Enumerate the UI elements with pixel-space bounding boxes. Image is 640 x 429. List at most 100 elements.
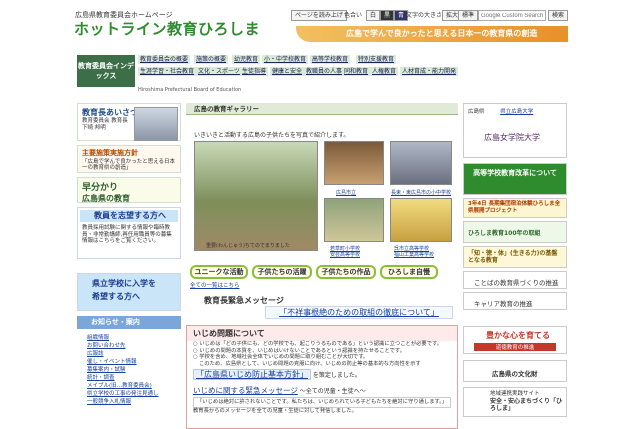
gallery-caption[interactable]: 広島市立 <box>336 189 356 196</box>
chitoku-card[interactable]: 「知・徳・体」(生きる力)の基盤となる教育 <box>463 246 567 268</box>
gallery-main-photo[interactable] <box>194 141 318 251</box>
search-input[interactable] <box>478 10 546 21</box>
teacher-card[interactable]: 教員を志望する方へ 教員採用試験に関する情報や臨時教員・非常勤講師,再任用職員等… <box>77 207 181 259</box>
standard-button[interactable]: 標準 <box>458 10 479 21</box>
info-link[interactable]: 組織情報 <box>87 333 109 341</box>
info-link[interactable]: 県立学校の工事の発注見通し <box>87 389 159 397</box>
nav-item[interactable]: 教職員の人事 <box>304 67 345 76</box>
nav-item[interactable]: 幼児教育 <box>232 55 261 64</box>
urgent-message-line: 教育長からのメッセージを全ての児童・生徒に対して発信しました。 <box>193 407 357 414</box>
gallery-photo[interactable] <box>390 141 452 185</box>
safety-card[interactable]: 地域連携実践サイト 安全・安心まちづくり「ひろしま」 <box>463 387 567 417</box>
tag-pride-button[interactable]: ひろしま自慢 <box>380 265 438 279</box>
speech-link[interactable]: 「不祥事根絶のための取組の徹底について」 <box>265 306 453 319</box>
school-title-2: 希望する方へ <box>92 292 140 301</box>
chitoku-label: 「知・徳・体」(生きる力)の基盤となる教育 <box>468 250 558 264</box>
project-label: 3年4日 長期集団宿泊体験ひろしま全県展開プロジェクト <box>468 201 561 214</box>
info-link[interactable]: 募集案内・試験 <box>87 365 126 373</box>
gallery-caption[interactable]: 長束・東広島市の小中学校 <box>391 189 451 196</box>
career-card[interactable]: キャリア教育の推進 <box>463 292 567 310</box>
color-white-button[interactable]: 白 <box>366 10 381 21</box>
bullying-header: いじめ問題について <box>187 326 457 341</box>
school-entry-card[interactable]: 県立学校に入学を 希望する方へ <box>77 273 181 311</box>
nav-item[interactable]: 生涯学習・社会教育 <box>138 67 197 76</box>
gallery-caption[interactable]: 福山工業高等学校 <box>394 251 434 258</box>
greeting-card[interactable]: 教育長あいさつ 教育委員会 教育長 下崎 邦明 <box>77 103 181 141</box>
nav-links: 教育委員会の概要 施策の概要 幼児教育 小・中学校教育 高等学校教育 特別支援教… <box>138 55 566 85</box>
info-link[interactable]: 統計・調査 <box>87 373 115 381</box>
urgent-message-tail: ～全ての児童・生徒へ～ <box>299 388 366 395</box>
nav-item[interactable]: 同和教育 <box>342 67 371 76</box>
nav-item[interactable]: 施策の概要 <box>194 55 229 64</box>
nav-item[interactable]: 特別支援教育 <box>356 55 397 64</box>
info-link[interactable]: 催し・イベント情報 <box>87 357 137 365</box>
speech-header: 教育長緊急メッセージ <box>204 296 284 305</box>
info-header: お知らせ・案内 <box>77 316 181 329</box>
education100-card[interactable]: ひろしま教育100年の取組 <box>463 221 567 243</box>
reform-card[interactable]: ことばの教育県づくりの推進 <box>463 271 567 289</box>
policy-text: 「広島で学んで良かったと思える日本一の教育県の創造」 <box>82 159 176 171</box>
university-link[interactable]: 県立広島大学 <box>500 109 533 115</box>
urgent-message-line: 「いじめは絶対に許されないことです。私たちは、いじめられている子どもたちを絶対に… <box>193 397 451 408</box>
culture-card[interactable]: 広島県の文化財 <box>463 360 567 382</box>
safety-line-2: 安全・安心まちづくり「ひろしま」 <box>490 398 563 412</box>
reform-link: ことばの教育県づくりの推進 <box>474 279 559 287</box>
nav-item[interactable]: 教育委員会の概要 <box>138 55 191 64</box>
project-card[interactable]: 3年4日 長期集団宿泊体験ひろしま全県展開プロジェクト <box>463 198 567 218</box>
nav-index-box: 教育委員会インデックス <box>77 55 135 87</box>
kokoro-title: 豊かな心を育てる <box>486 331 550 340</box>
gallery-photo[interactable] <box>390 198 452 242</box>
gallery-photo[interactable] <box>324 141 384 185</box>
university-card[interactable]: 広島県 県立広島大学 広島女学院大学 <box>463 103 567 158</box>
nav-item[interactable]: 文化・スポーツ <box>196 67 242 76</box>
urgent-message-link[interactable]: いじめに関する緊急メッセージ <box>193 386 298 395</box>
hayawakari-subtitle: 広島県の教育 <box>82 194 130 203</box>
bullying-section: いじめ問題について ○ いじめは「どの子供にも、どの学校でも、起こりうるものであ… <box>186 325 458 429</box>
nav-item[interactable]: 生徒指導 <box>240 67 269 76</box>
info-link[interactable]: 広報誌 <box>87 349 104 357</box>
tag-works-button[interactable]: 子供たちの作品 <box>316 265 376 279</box>
university-label: 広島県 <box>468 109 485 115</box>
gallery-header: 広島の教育ギャラリー <box>186 103 458 115</box>
university-name[interactable]: 広島女学院大学 <box>464 118 566 143</box>
tag-activity-button[interactable]: 子供たちの活躍 <box>252 265 312 279</box>
bullying-line: このため、広島県として、いじめ問題の克服に向け、いじめの防止等の基本的な方向性を… <box>199 360 421 367</box>
teacher-text: 教員採用試験に関する情報や臨時教員・非常勤講師,再任用職員等の募集情報はこちらを… <box>82 225 172 244</box>
high-school-reform-card[interactable]: 高等学校教育改革について <box>463 163 567 195</box>
site-title[interactable]: ホットライン教育ひろしま <box>74 18 260 39</box>
nav-item[interactable]: 健康と安全 <box>270 67 305 76</box>
gallery-caption[interactable]: 安芸高等学校 <box>330 251 360 258</box>
teacher-title: 教員を志望する方へ <box>80 210 178 222</box>
high-school-reform-label: 高等学校教育改革について <box>473 169 557 177</box>
banner: 広島で学んで良かったと思える日本一の教育県の創造 <box>296 26 568 42</box>
bullying-policy-link[interactable]: 「広島県いじめ防止基本方針」 <box>193 369 311 380</box>
gallery-photo[interactable] <box>324 198 384 242</box>
gallery-intro: いきいきと活動する広島の子供たちを写真で紹介します。 <box>194 132 350 139</box>
nav-item[interactable]: 人材育成・能力開発 <box>400 67 459 76</box>
career-link: キャリア教育の推進 <box>474 300 533 308</box>
nav-item[interactable]: 高等学校教育 <box>310 55 351 64</box>
gallery-list-link[interactable]: 全ての一覧はこちら <box>190 281 240 289</box>
hayawakari-card[interactable]: 早分かり 広島県の教育 <box>77 177 181 203</box>
font-size-label: 文字の大きさ <box>406 12 443 19</box>
safety-line-1: 地域連携実践サイト <box>490 391 540 397</box>
policy-title: 主要施策実施方針 <box>82 149 138 157</box>
search-button[interactable]: 検索 <box>548 10 569 21</box>
nav-item[interactable]: 人権教育 <box>370 67 399 76</box>
info-link[interactable]: お問い合わせ先 <box>87 341 126 349</box>
info-link[interactable]: 一般競争入札情報 <box>87 397 131 405</box>
page-reading-button[interactable]: ページを読み上げ <box>291 10 347 21</box>
nav-box-title: 教育委員会インデックス <box>78 62 134 80</box>
school-title-1: 県立学校に入学を <box>92 279 156 288</box>
nav-subtitle: Hiroshima Prefectural Board of Education <box>138 87 242 93</box>
policy-card[interactable]: 主要施策実施方針 「広島で学んで良かったと思える日本一の教育県の創造」 <box>77 145 181 173</box>
color-black-button[interactable]: 黒 <box>380 10 395 21</box>
tag-unique-button[interactable]: ユニークな活動 <box>190 265 248 279</box>
color-label: 色合い <box>344 12 363 19</box>
kokoro-subtitle: 道徳教育の推進 <box>474 343 556 351</box>
kokoro-card[interactable]: 豊かな心を育てる 道徳教育の推進 <box>463 326 567 354</box>
nav-item[interactable]: 小・中学校教育 <box>262 55 309 64</box>
gallery-main-caption: 重要(わんじゅう)ちてのでまりました <box>206 243 290 249</box>
bullying-policy-tail: を策定しました。 <box>312 372 361 379</box>
info-link[interactable]: メイブル(旧…教育委員会) <box>87 381 152 389</box>
